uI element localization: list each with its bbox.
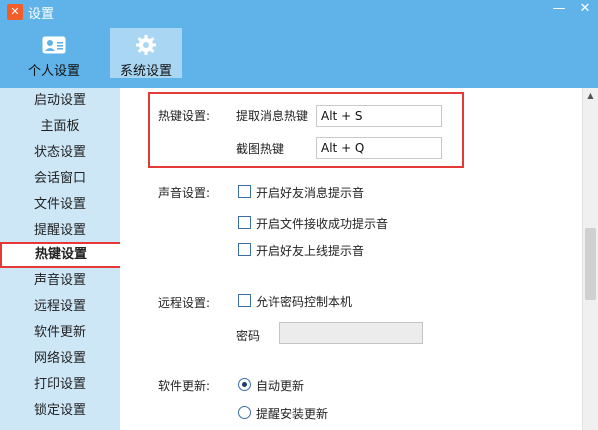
sidebar-item-main-panel[interactable]: 主面板 (0, 114, 120, 140)
window-title: 设置 (28, 7, 55, 22)
remote-section-label: 远程设置: (158, 296, 211, 310)
friend-message-sound-checkbox[interactable] (238, 185, 251, 198)
tab-label: 个人设置 (27, 64, 80, 79)
app-logo-icon: ✕ (7, 4, 23, 20)
friend-online-sound-label: 开启好友上线提示音 (256, 244, 365, 258)
remind-install-update-radio[interactable] (238, 406, 251, 419)
sidebar-item-print[interactable]: 打印设置 (0, 372, 120, 398)
title-bar: ✕ 设置 — ✕ 个人设置 系统设置 (0, 0, 598, 88)
allow-password-control-checkbox[interactable] (238, 294, 251, 307)
sidebar-item-software-update[interactable]: 软件更新 (0, 320, 120, 346)
user-card-icon (42, 36, 66, 54)
gear-icon (136, 35, 156, 55)
sidebar-item-startup[interactable]: 启动设置 (0, 88, 120, 114)
sidebar-item-network[interactable]: 网络设置 (0, 346, 120, 372)
file-received-sound-label: 开启文件接收成功提示音 (256, 217, 389, 231)
password-field[interactable] (279, 322, 423, 344)
sidebar-item-remote[interactable]: 远程设置 (0, 294, 120, 320)
scroll-up-arrow-icon[interactable]: ▲ (583, 88, 598, 104)
sidebar-item-files[interactable]: 文件设置 (0, 192, 120, 218)
sidebar-item-chat-window[interactable]: 会话窗口 (0, 166, 120, 192)
sound-section-label: 声音设置: (158, 186, 211, 200)
highlight-box (148, 92, 464, 168)
content-scrollbar[interactable]: ▲ (582, 88, 598, 430)
friend-message-sound-label: 开启好友消息提示音 (256, 186, 365, 200)
auto-update-label: 自动更新 (256, 379, 305, 393)
update-section-label: 软件更新: (158, 379, 211, 393)
settings-sidebar: 启动设置 主面板 状态设置 会话窗口 文件设置 提醒设置 热键设置 声音设置 远… (0, 88, 122, 430)
allow-password-control-label: 允许密码控制本机 (256, 295, 353, 309)
friend-online-sound-checkbox[interactable] (238, 243, 251, 256)
scroll-thumb[interactable] (585, 228, 596, 300)
sidebar-item-reminders[interactable]: 提醒设置 (0, 218, 120, 244)
sidebar-item-sound[interactable]: 声音设置 (0, 268, 120, 294)
tab-label: 系统设置 (119, 64, 172, 79)
sidebar-item-hotkeys[interactable]: 热键设置 (0, 242, 122, 268)
tab-system-settings[interactable]: 系统设置 (110, 28, 182, 79)
minimize-button[interactable]: — (546, 0, 572, 18)
password-label: 密码 (236, 329, 261, 343)
auto-update-radio[interactable] (238, 378, 251, 391)
sidebar-item-lock[interactable]: 锁定设置 (0, 398, 120, 424)
close-button[interactable]: ✕ (572, 0, 598, 18)
remind-install-update-label: 提醒安装更新 (256, 407, 329, 421)
sidebar-item-status[interactable]: 状态设置 (0, 140, 120, 166)
tab-personal-settings[interactable]: 个人设置 (18, 28, 90, 79)
file-received-sound-checkbox[interactable] (238, 216, 251, 229)
